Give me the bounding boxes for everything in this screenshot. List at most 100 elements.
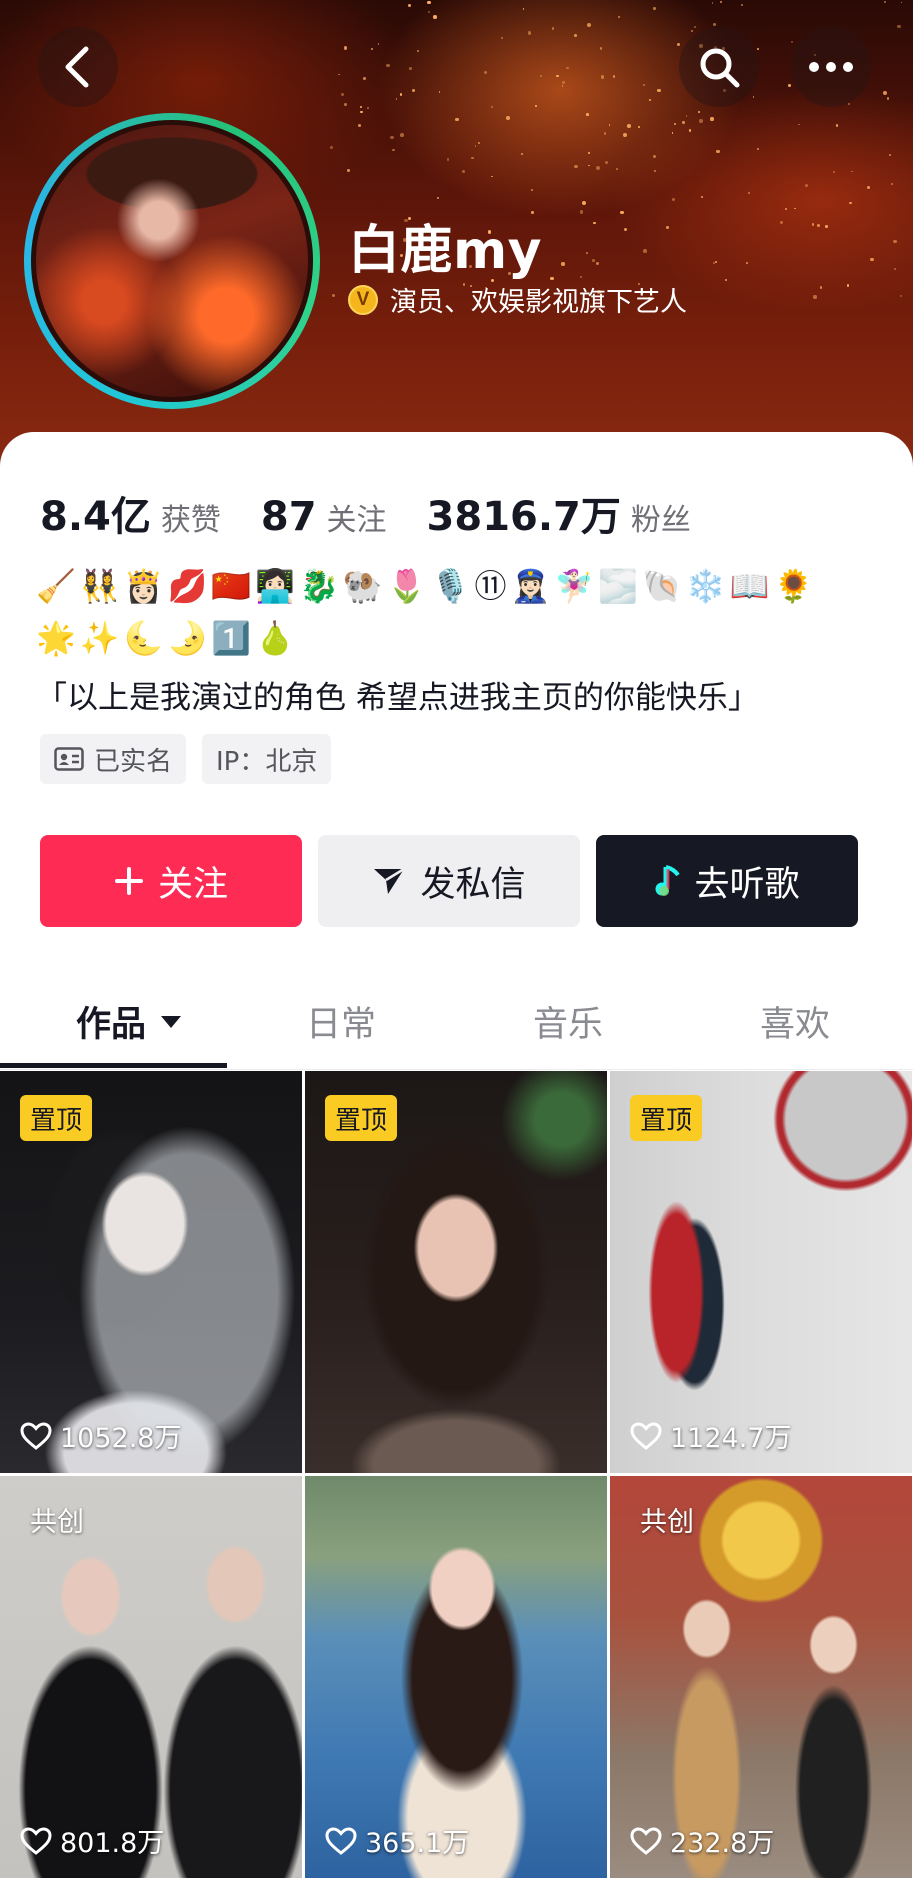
ember-spark (595, 261, 599, 265)
ember-spark (588, 164, 590, 167)
verification-row[interactable]: V 演员、欢娱影视旗下艺人 (348, 280, 687, 319)
ember-spark (889, 154, 891, 156)
ember-spark (832, 170, 835, 174)
ember-spark (427, 0, 432, 5)
ember-spark (561, 85, 564, 87)
ember-spark (332, 293, 336, 297)
ember-spark (608, 124, 611, 126)
video-like-count: 1124.7万 (630, 1416, 791, 1455)
search-icon (700, 48, 740, 88)
ember-spark (673, 123, 676, 126)
video-thumbnail[interactable]: 置顶 1052.8万 (0, 1071, 302, 1473)
ember-spark (665, 225, 670, 230)
ember-spark (699, 118, 703, 123)
ember-spark (714, 260, 718, 263)
ember-spark (531, 189, 533, 191)
avatar[interactable] (24, 113, 320, 409)
ember-spark (599, 46, 603, 50)
music-note-icon (654, 865, 681, 897)
ember-spark (752, 95, 755, 98)
listen-music-button[interactable]: 去听歌 (596, 835, 858, 927)
message-button[interactable]: 发私信 (318, 835, 580, 927)
ember-spark (847, 103, 850, 106)
verified-identity-tag[interactable]: 已实名 (40, 734, 187, 784)
ember-spark (580, 276, 583, 279)
tab-likes-label: 喜欢 (760, 1005, 831, 1045)
search-button[interactable] (679, 27, 759, 107)
tab-music[interactable]: 音乐 (533, 996, 603, 1047)
ember-spark (585, 251, 589, 255)
ember-spark (574, 165, 578, 169)
ember-spark (521, 153, 523, 155)
ember-spark (586, 113, 590, 116)
ember-spark (894, 268, 897, 271)
display-name: 白鹿my (348, 221, 543, 281)
ember-spark (688, 129, 692, 133)
following-count[interactable]: 87 (261, 494, 317, 540)
tab-works[interactable]: 作品 (76, 996, 182, 1047)
follow-button[interactable]: 关注 (40, 835, 302, 927)
bio-emoji-line-2: 🌟✨🌜🌛1️⃣🍐 (36, 619, 300, 657)
ember-spark (400, 133, 405, 138)
ember-spark (653, 154, 657, 159)
ember-spark (657, 88, 661, 93)
ember-spark (566, 66, 569, 70)
ember-spark (344, 46, 348, 50)
ip-location-label: IP：北京 (216, 746, 318, 777)
tab-daily-label: 日常 (306, 1005, 377, 1045)
co-create-badge: 共创 (640, 1507, 694, 1538)
ember-spark (890, 182, 893, 186)
ember-spark (724, 278, 727, 281)
ember-spark (811, 222, 815, 226)
avatar-frame (31, 120, 313, 402)
ember-spark (551, 27, 555, 30)
likes-label: 获赞 (160, 503, 221, 538)
video-thumbnail[interactable]: 置顶 1124.7万 (610, 1071, 912, 1473)
more-button[interactable] (791, 27, 871, 107)
ember-spark (363, 77, 366, 80)
ember-spark (337, 73, 340, 76)
video-thumbnail[interactable]: 共创 801.8万 (0, 1476, 302, 1878)
ember-spark (474, 144, 477, 147)
active-tab-indicator (0, 1063, 227, 1068)
ember-spark (824, 225, 828, 229)
stats-row: 8.4亿 获赞 87 关注 3816.7万 粉丝 (40, 484, 691, 542)
video-thumbnail[interactable]: 共创 232.8万 (610, 1476, 912, 1878)
video-thumbnail[interactable]: 置顶 (305, 1071, 607, 1473)
ember-spark (697, 111, 700, 114)
ember-spark (893, 239, 897, 244)
back-button[interactable] (38, 27, 118, 107)
tab-daily[interactable]: 日常 (306, 996, 376, 1047)
ember-spark (627, 124, 631, 128)
following-label[interactable]: 关注 (327, 495, 387, 539)
ember-spark (691, 29, 693, 32)
ember-spark (747, 191, 751, 194)
ember-spark (681, 120, 685, 124)
pinned-badge: 置顶 (630, 1095, 703, 1141)
ember-spark (455, 118, 459, 122)
likes-count: 8.4亿 (40, 494, 151, 540)
ember-spark (715, 149, 720, 154)
ember-spark (794, 207, 796, 210)
video-like-count: 801.8万 (20, 1821, 164, 1860)
ember-spark (886, 97, 890, 101)
video-thumbnail[interactable]: 365.1万 (305, 1476, 607, 1878)
heart-icon (630, 1826, 662, 1855)
ember-spark (624, 227, 628, 231)
tab-works-label: 作品 (76, 1005, 147, 1045)
ember-spark (407, 3, 412, 8)
followers-label[interactable]: 粉丝 (631, 495, 691, 539)
ember-spark (790, 40, 793, 43)
send-icon (372, 866, 406, 896)
followers-count[interactable]: 3816.7万 (427, 484, 621, 542)
tab-likes[interactable]: 喜欢 (760, 996, 830, 1047)
ember-spark (586, 22, 591, 27)
ember-spark (883, 91, 888, 95)
heart-icon (325, 1826, 357, 1855)
ember-spark (411, 89, 415, 93)
ember-spark (601, 75, 605, 79)
content-tabs: 作品 日常 音乐 喜欢 (0, 970, 913, 1070)
more-dots-icon (809, 62, 853, 72)
ember-spark (428, 11, 431, 13)
ember-spark (377, 43, 380, 45)
